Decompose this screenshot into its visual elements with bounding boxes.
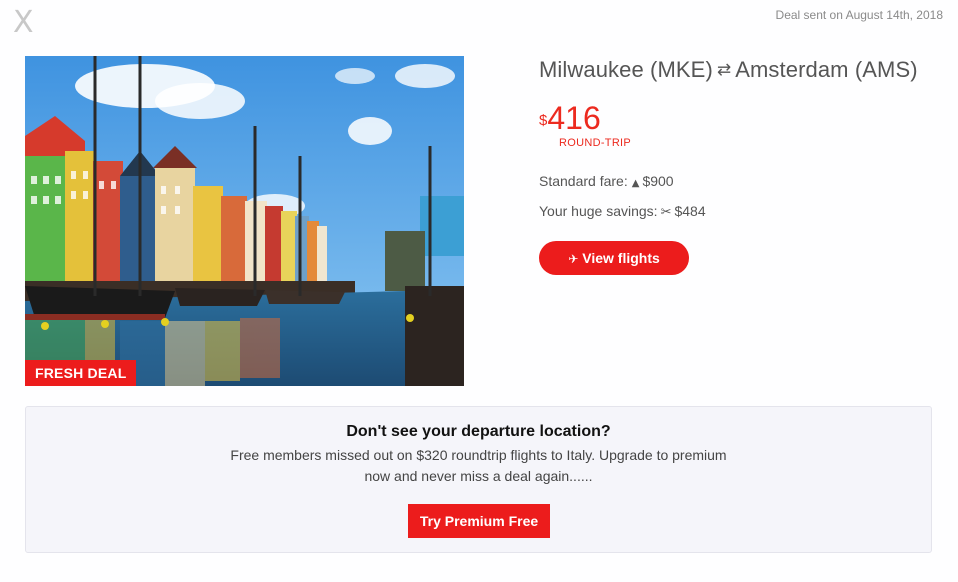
premium-promo-box: Don't see your departure location? Free …	[25, 406, 932, 553]
destination-city: Amsterdam (AMS)	[735, 57, 918, 82]
plane-icon: ✈	[568, 252, 579, 266]
fresh-deal-badge: FRESH DEAL	[25, 360, 137, 386]
standard-fare: Standard fare: ▲ $900	[539, 173, 674, 189]
trip-type-label: ROUND-TRIP	[559, 137, 632, 149]
standard-fare-value: $900	[642, 173, 674, 189]
deal-price: $416	[539, 100, 601, 137]
promo-text: Free members missed out on $320 roundtri…	[230, 447, 727, 484]
savings-value: $484	[674, 203, 706, 219]
savings: Your huge savings: ✂ $484	[539, 203, 706, 220]
up-triangle-icon: ▲	[631, 178, 640, 189]
destination-photo: FRESH DEAL	[25, 56, 464, 386]
roundtrip-arrows-icon: ⇄	[716, 60, 732, 80]
promo-title: Don't see your departure location?	[346, 423, 611, 440]
origin-city: Milwaukee (MKE)	[539, 57, 713, 82]
try-premium-button[interactable]: Try Premium Free	[408, 504, 550, 538]
currency-symbol: $	[539, 112, 548, 129]
view-flights-button[interactable]: ✈ View flights	[539, 241, 689, 275]
scissors-icon: ✂	[660, 205, 672, 220]
route-title: Milwaukee (MKE) ⇄ Amsterdam (AMS)	[539, 57, 918, 83]
price-amount: 416	[547, 100, 601, 136]
view-flights-label: View flights	[582, 250, 660, 266]
savings-label: Your huge savings:	[539, 203, 658, 219]
close-button[interactable]: X	[13, 6, 34, 40]
standard-fare-label: Standard fare:	[539, 173, 628, 189]
deal-sent-date: Deal sent on August 14th, 2018	[775, 8, 943, 22]
